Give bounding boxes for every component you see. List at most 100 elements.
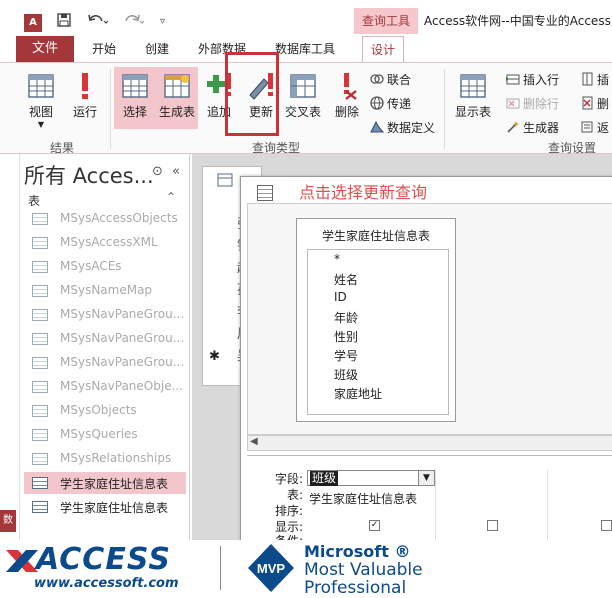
crosstab-icon	[290, 74, 316, 98]
new-record-asterisk-icon: ✱	[209, 349, 220, 364]
run-button-label: 运行	[72, 105, 97, 119]
background-window-tab: 数	[0, 510, 16, 532]
builder-button[interactable]: 生成器	[506, 119, 559, 136]
delete-column-button[interactable]: 删	[580, 95, 609, 112]
insert-column-label: 插	[597, 73, 610, 87]
table-field-item[interactable]: *	[334, 252, 340, 266]
tab-home[interactable]: 开始	[92, 36, 116, 62]
tab-file[interactable]: 文件	[16, 36, 74, 62]
group-separator	[110, 69, 111, 149]
union-query-button[interactable]: 联合	[370, 71, 411, 88]
nav-item-table[interactable]: MSysNavPaneGrou...	[24, 328, 186, 350]
save-icon[interactable]	[56, 12, 72, 32]
crosstab-query-button[interactable]: 交叉表	[282, 67, 324, 129]
show-checkbox-3[interactable]	[601, 520, 612, 531]
mvp-most-valuable: Most Valuable	[304, 560, 423, 580]
nav-item-table[interactable]: MSysAccessXML	[24, 232, 186, 254]
nav-item-table[interactable]: MSysNameMap	[24, 280, 186, 302]
nav-item-table[interactable]: MSysObjects	[24, 400, 186, 422]
document-area: 张钱赵孙李周吴 ✱ 点击选择更新查询 学生家庭住址信息表 *姓名ID年龄性别学号…	[192, 154, 612, 548]
table-icon	[32, 357, 48, 369]
nav-item-table[interactable]: MSysQueries	[24, 424, 186, 446]
access-app-icon[interactable]: A	[24, 14, 42, 32]
nav-item-label: MSysQueries	[60, 427, 138, 441]
insert-row-button[interactable]: 插入行	[506, 71, 559, 88]
table-icon	[32, 429, 48, 441]
delete-query-button[interactable]: 删除	[326, 67, 368, 129]
insert-column-button[interactable]: 插	[580, 71, 609, 88]
insert-column-icon	[582, 72, 593, 86]
nav-item-label: MSysObjects	[60, 403, 137, 417]
table-field-item[interactable]: 年龄	[334, 309, 358, 326]
tab-design[interactable]: 设计	[362, 36, 405, 62]
datasheet-view-icon	[28, 74, 54, 98]
show-table-label: 显示表	[454, 105, 491, 119]
table-design-pane[interactable]: 学生家庭住址信息表 * 姓名 ID 年龄 性别 学号 班级 家庭地址	[247, 203, 612, 435]
table-field-item[interactable]: 家庭地址	[334, 385, 382, 402]
table-field-item[interactable]: 班级	[334, 366, 358, 383]
table-field-item[interactable]: 性别	[334, 328, 358, 345]
redo-icon[interactable]	[124, 12, 146, 32]
data-definition-query-label: 数据定义	[387, 121, 436, 135]
query-window-icon[interactable]	[257, 185, 273, 201]
background-window-strip: 数	[0, 154, 20, 544]
nav-item-table[interactable]: 学生家庭住址信息表	[24, 496, 186, 518]
nav-item-label: MSysNavPaneObje...	[60, 379, 184, 393]
delete-row-button[interactable]: 删除行	[506, 95, 559, 112]
dropdown-arrow-icon[interactable]: ▼	[418, 471, 434, 485]
query-design-grid: 字段: 表: 排序: 显示: 条件: 班级 ▼ 学生家庭住址信息表 ✓	[247, 455, 612, 548]
horizontal-scrollbar[interactable]: ◀	[247, 435, 612, 451]
exclamation-run-icon	[82, 73, 88, 99]
footer-banner: ACCESS www.accessoft.com MVP Microsoft ®…	[0, 540, 612, 598]
table-icon	[32, 333, 48, 345]
table-field-item[interactable]: ID	[334, 290, 347, 304]
nav-item-table[interactable]: MSysRelationships	[24, 448, 186, 470]
tab-create[interactable]: 创建	[145, 36, 169, 62]
show-checkbox-2[interactable]	[487, 520, 498, 531]
grid-field-value: 班级	[310, 471, 339, 486]
nav-item-table[interactable]: MSysAccessObjects	[24, 208, 186, 230]
nav-item-table[interactable]: MSysNavPaneGrou...	[24, 352, 186, 374]
table-field-list-box[interactable]: 学生家庭住址信息表 * 姓名 ID 年龄 性别 学号 班级 家庭地址	[296, 218, 456, 422]
delete-column-label: 删	[597, 97, 610, 111]
select-query-button[interactable]: 选择	[114, 67, 156, 129]
data-definition-query-button[interactable]: 数据定义	[370, 119, 435, 136]
table-field-item[interactable]: 姓名	[334, 271, 358, 288]
update-button-highlight	[225, 52, 279, 136]
view-button[interactable]: 视图 ▼	[20, 67, 62, 129]
return-button[interactable]: 返	[580, 119, 609, 136]
run-button[interactable]: 运行	[64, 67, 106, 129]
nav-item-table[interactable]: MSysACEs	[24, 256, 186, 278]
nav-section-tables[interactable]: 表	[28, 192, 40, 209]
nav-item-table[interactable]: 学生家庭住址信息表	[24, 472, 186, 494]
access-url: www.accessoft.com	[34, 576, 179, 591]
nav-pane-title[interactable]: 所有 Acces...	[24, 160, 154, 190]
nav-collapse-icon[interactable]: «	[172, 164, 180, 179]
table-icon	[32, 285, 48, 297]
mvp-microsoft: Microsoft ®	[304, 542, 411, 561]
nav-item-label: 学生家庭住址信息表	[60, 477, 169, 491]
pass-through-query-button[interactable]: 传递	[370, 95, 411, 112]
data-definition-icon	[370, 120, 384, 133]
nav-item-table[interactable]: MSysNavPaneGrou...	[24, 304, 186, 326]
make-table-button[interactable]: 生成表	[156, 67, 198, 129]
table-icon	[32, 477, 48, 489]
show-table-button[interactable]: 显示表	[450, 67, 496, 129]
show-checkbox-1[interactable]: ✓	[369, 520, 380, 531]
table-icon	[32, 453, 48, 465]
nav-item-table[interactable]: MSysNavPaneObje...	[24, 376, 186, 398]
grid-field-dropdown[interactable]: 班级 ▼	[307, 470, 435, 486]
grid-table-value[interactable]: 学生家庭住址信息表	[309, 490, 417, 507]
customize-quick-access-icon[interactable]: ▿	[160, 16, 165, 27]
nav-menu-chevron-icon[interactable]: ⊙	[152, 164, 163, 179]
section-collapse-icon[interactable]: ⌃	[166, 190, 176, 204]
table-field-item[interactable]: 学号	[334, 347, 358, 364]
undo-icon[interactable]	[86, 12, 109, 32]
union-query-label: 联合	[387, 73, 412, 87]
tab-database-tools[interactable]: 数据库工具	[275, 36, 335, 62]
grid-label-sort: 排序:	[274, 504, 303, 518]
scroll-left-icon[interactable]: ◀	[250, 436, 258, 447]
grid-column-divider	[435, 470, 436, 548]
return-icon	[581, 121, 593, 133]
delete-row-label: 删除行	[523, 97, 560, 111]
